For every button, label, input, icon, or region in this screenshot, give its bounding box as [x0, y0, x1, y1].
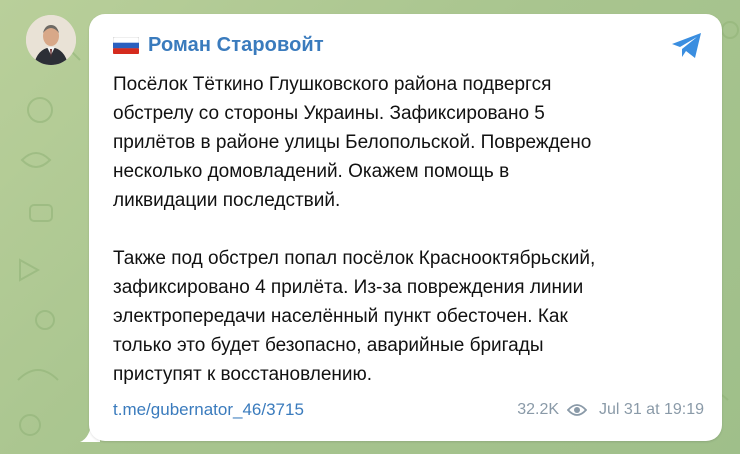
russia-flag-icon	[112, 36, 140, 54]
text-line: электропередачи населённый пункт обесточ…	[113, 306, 568, 327]
post-meta: 32.2K Jul 31 at 19:19	[517, 401, 704, 419]
post-footer: t.me/gubernator_46/3715 32.2K Jul 31 at …	[113, 399, 704, 421]
author-name[interactable]: Роман Старовойт	[148, 34, 324, 57]
post-link[interactable]: t.me/gubernator_46/3715	[113, 400, 304, 420]
text-line: несколько домовладений. Окажем помощь в	[113, 161, 510, 182]
text-line: обстрелу со стороны Украины. Зафиксирова…	[113, 103, 545, 124]
avatar-photo	[26, 15, 76, 65]
post-text: Посёлок Тёткино Глушковского района подв…	[113, 70, 713, 389]
text-line: только это будет безопасно, аварийные бр…	[113, 335, 544, 356]
telegram-share-icon[interactable]	[670, 30, 704, 62]
post-paragraph: Посёлок Тёткино Глушковского района подв…	[113, 70, 713, 215]
post-timestamp: Jul 31 at 19:19	[599, 401, 704, 418]
text-line: Посёлок Тёткино Глушковского района подв…	[113, 74, 552, 95]
eye-icon	[567, 404, 588, 416]
channel-avatar[interactable]	[26, 15, 76, 65]
text-line: зафиксировано 4 прилёта. Из-за поврежден…	[113, 277, 584, 298]
text-line: прилётов в районе улицы Белопольской. По…	[113, 132, 592, 153]
view-count: 32.2K	[517, 401, 560, 418]
channel-post-bubble: Роман Старовойт Посёлок Тёткино Глушковс…	[89, 14, 722, 441]
post-paragraph: Также под обстрел попал посёлок Красноок…	[113, 244, 713, 389]
text-line: Также под обстрел попал посёлок Красноок…	[113, 248, 596, 269]
post-header: Роман Старовойт	[112, 32, 324, 58]
text-line: приступят к восстановлению.	[113, 364, 373, 385]
text-line: ликвидации последствий.	[113, 190, 341, 211]
